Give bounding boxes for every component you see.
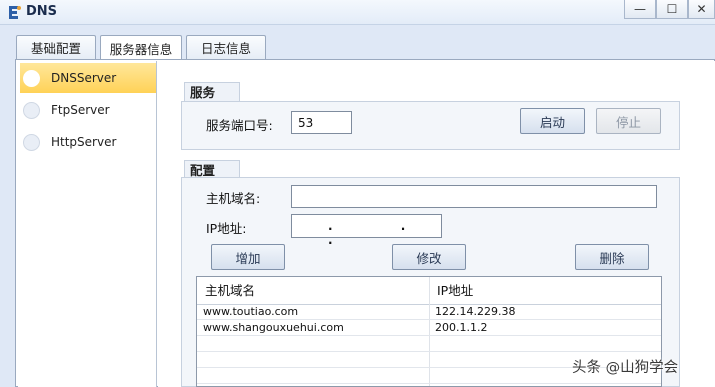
host-input[interactable]	[291, 185, 657, 208]
ip-label: IP地址:	[206, 221, 247, 236]
cell-ip: 200.1.1.2	[435, 321, 488, 334]
ip-input[interactable]: . . .	[291, 214, 442, 247]
cell-host: www.shangouxuehui.com	[203, 321, 344, 334]
column-header-ip[interactable]: IP地址	[429, 277, 661, 304]
server-list: DNSServer FtpServer HttpServer	[18, 61, 157, 387]
sidebar-item-label: DNSServer	[51, 71, 117, 85]
close-icon: ✕	[696, 2, 707, 16]
cell-ip	[429, 352, 435, 368]
cell-host	[197, 352, 203, 368]
service-section-title: 服务	[184, 82, 241, 102]
sidebar-item-httpserver[interactable]: HttpServer	[20, 127, 156, 157]
add-button[interactable]: 增加	[211, 244, 285, 270]
cell-ip: 122.14.229.38	[435, 305, 516, 318]
cell-host: www.toutiao.com	[203, 305, 299, 318]
app-icon	[9, 6, 21, 19]
watermark: 头条 @山狗学会	[572, 360, 679, 376]
cell-ip	[429, 336, 435, 352]
server-icon	[23, 101, 40, 119]
table-row[interactable]	[197, 336, 661, 352]
host-label: 主机域名:	[206, 191, 261, 206]
modify-button[interactable]: 修改	[392, 244, 466, 270]
table-row[interactable]: www.toutiao.com 122.14.229.38	[197, 304, 661, 320]
title-bar: DNS — ☐ ✕	[0, 0, 715, 25]
tab-server-info[interactable]: 服务器信息	[100, 35, 182, 60]
cell-host	[197, 368, 203, 384]
maximize-icon: ☐	[666, 2, 678, 16]
tab-basic-config[interactable]: 基础配置	[16, 35, 96, 59]
column-header-host[interactable]: 主机域名	[197, 277, 429, 304]
delete-button[interactable]: 删除	[575, 244, 649, 270]
cell-ip	[429, 368, 435, 384]
tab-log-info[interactable]: 日志信息	[186, 35, 266, 59]
minimize-icon: —	[634, 2, 646, 16]
sidebar-item-ftpserver[interactable]: FtpServer	[20, 95, 156, 125]
cell-host	[197, 336, 203, 352]
maximize-button[interactable]: ☐	[656, 0, 688, 19]
server-icon	[23, 69, 40, 87]
port-label: 服务端口号:	[206, 118, 273, 133]
server-icon	[23, 133, 40, 151]
port-input[interactable]	[291, 111, 352, 134]
close-button[interactable]: ✕	[688, 0, 715, 19]
minimize-button[interactable]: —	[624, 0, 656, 19]
start-button[interactable]: 启动	[520, 108, 585, 134]
ip-separators: . . .	[328, 219, 438, 247]
sidebar-item-label: FtpServer	[51, 103, 110, 117]
sidebar-item-label: HttpServer	[51, 135, 117, 149]
table-row[interactable]: www.shangouxuehui.com 200.1.1.2	[197, 320, 661, 336]
sidebar-item-dnsserver[interactable]: DNSServer	[20, 63, 156, 93]
window-title: DNS	[26, 4, 58, 19]
stop-button[interactable]: 停止	[596, 108, 661, 134]
